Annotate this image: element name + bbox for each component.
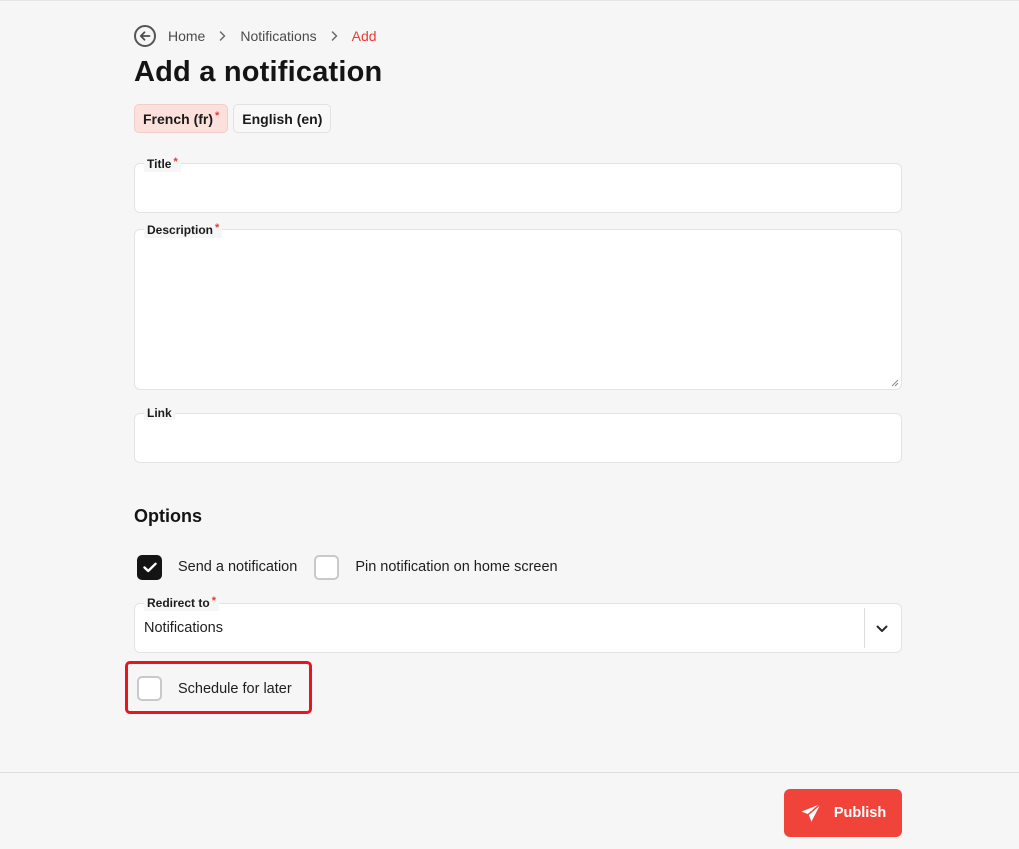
schedule-option[interactable]: Schedule for later [137,676,292,701]
language-tabs: French (fr) * English (en) [134,104,332,133]
options-heading: Options [134,506,202,526]
send-notification-label: Send a notification [178,559,298,575]
link-field: Link [134,406,902,463]
link-label: Link [144,406,175,420]
paper-plane-icon [801,803,822,822]
breadcrumb-home[interactable]: Home [168,28,205,44]
title-input[interactable] [134,163,902,213]
breadcrumb-notifications[interactable]: Notifications [240,28,316,44]
required-mark: * [173,156,178,168]
page-title: Add a notification [134,56,383,88]
redirect-label-text: Redirect to [147,596,210,610]
tab-english-label: English (en) [242,110,323,127]
tab-french[interactable]: French (fr) * [134,104,229,133]
top-border [0,0,1019,1]
breadcrumb: Home Notifications Add [134,24,377,48]
tab-french-label: French (fr) [143,110,213,127]
options-checkboxes: Send a notification Pin notification on … [137,554,558,580]
pin-notification-checkbox[interactable] [314,554,340,580]
pin-notification-label: Pin notification on home screen [355,559,558,575]
description-textarea[interactable] [134,229,902,390]
chevron-down-icon[interactable] [875,623,889,635]
send-notification-checkbox[interactable] [137,554,162,580]
link-input[interactable] [134,413,902,463]
schedule-checkbox[interactable] [137,676,162,701]
description-label-text: Description [147,223,214,237]
redirect-label: Redirect to * [144,595,219,611]
publish-label: Publish [833,805,887,821]
back-button[interactable] [134,25,156,47]
description-label: Description * [144,222,223,238]
required-mark: * [211,595,216,607]
publish-button[interactable]: Publish [784,789,902,837]
redirect-select[interactable]: Notifications [134,603,902,653]
redirect-select-value: Notifications [144,620,223,636]
title-label-text: Title [147,157,172,171]
select-divider [864,608,865,648]
resize-handle-icon[interactable] [891,379,899,387]
breadcrumb-current: Add [351,28,377,44]
arrow-left-circle-icon [139,31,151,41]
description-field: Description * [134,222,902,390]
pin-notification-option[interactable]: Pin notification on home screen [314,554,558,580]
check-icon [142,562,157,572]
required-mark: * [215,222,220,234]
chevron-right-icon [219,31,226,41]
send-notification-option[interactable]: Send a notification [137,554,298,580]
schedule-label: Schedule for later [178,680,292,697]
tab-english[interactable]: English (en) [233,104,332,133]
title-field: Title * [134,156,902,213]
title-label: Title * [144,156,181,172]
required-mark: * [215,109,220,122]
chevron-right-icon [331,31,338,41]
